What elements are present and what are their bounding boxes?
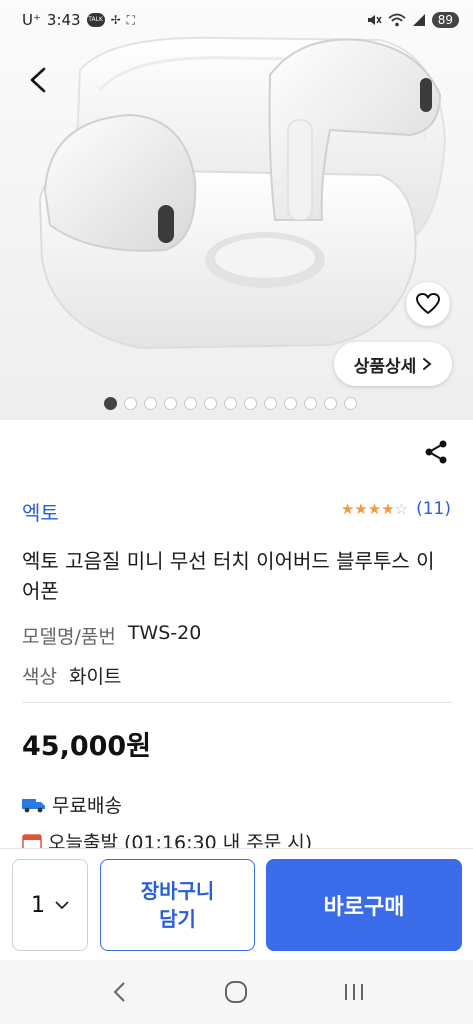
spec-label: 색상 [22,666,57,688]
star-filled-icon: ★ [340,500,355,518]
status-bar: U⁺ 3:43 TALK ✢ ⛶ 89 [0,0,473,40]
carousel-dot[interactable] [264,397,277,410]
signal-icon [412,14,425,26]
quantity-value: 1 [31,892,45,918]
nav-recents-icon [345,984,364,1000]
nav-recents-button[interactable] [334,972,374,1012]
carousel-dot[interactable] [144,397,157,410]
share-icon [425,440,447,464]
carousel-dot[interactable] [244,397,257,410]
shipping-free: 무료배송 [22,791,122,818]
carousel-dot[interactable] [324,397,337,410]
carousel-dot[interactable] [304,397,317,410]
carousel-dot[interactable] [344,397,357,410]
pinwheel-icon: ✢ [110,13,121,27]
carousel-dot[interactable] [204,397,217,410]
add-to-cart-button[interactable]: 장바구니 담기 [100,859,255,951]
review-count: (11) [416,499,451,519]
product-title: 엑토 고음질 미니 무선 터치 이어버드 블루투스 이어폰 [22,549,435,603]
share-button[interactable] [420,436,452,468]
star-rating: ★★★★☆ [341,499,408,519]
carousel-dot[interactable] [224,397,237,410]
battery-indicator: 89 [431,12,459,28]
carrier-label: U⁺ [22,11,41,29]
spec-value: 화이트 [68,666,122,688]
star-filled-icon: ★ [354,500,368,518]
chevron-right-icon [423,358,432,370]
star-filled-icon: ★ [381,500,395,518]
kakaotalk-icon: TALK [86,13,105,27]
nav-home-icon [225,981,248,1003]
clock: 3:43 [46,11,81,29]
spec-model: 모델명/품번 TWS-20 [22,622,201,649]
wishlist-button[interactable] [406,282,450,326]
chevron-left-icon [30,67,46,93]
screen-capture-icon: ⛶ [126,12,136,27]
carousel-dot[interactable] [284,397,297,410]
truck-icon [22,798,45,812]
back-button[interactable] [18,60,58,100]
carousel-dot[interactable] [124,397,137,410]
star-empty-icon: ☆ [394,500,409,518]
rating-summary[interactable]: ★★★★☆ (11) [341,499,451,519]
carousel-dot[interactable] [104,397,117,410]
divider [22,702,452,703]
purchase-bar: 1 장바구니 담기 바로구매 [0,848,473,960]
product-image-carousel[interactable]: 상품상세 [0,0,473,420]
brand-link[interactable]: 엑토 [22,497,59,526]
shipping-text: 무료배송 [52,795,122,817]
nav-home-button[interactable] [216,972,256,1012]
carousel-indicator [104,397,357,410]
chevron-down-icon [55,900,69,909]
spec-label: 모델명/품번 [22,626,116,648]
heart-icon [416,293,440,314]
mute-icon [367,15,382,25]
system-nav-bar [0,960,473,1024]
spec-color: 색상 화이트 [22,662,121,689]
wifi-icon [388,13,406,27]
star-filled-icon: ★ [367,500,382,518]
product-detail-button[interactable]: 상품상세 [334,342,452,386]
carousel-dot[interactable] [184,397,197,410]
carousel-dot[interactable] [164,397,177,410]
nav-back-icon [113,982,125,1002]
nav-back-button[interactable] [99,972,139,1012]
product-detail-label: 상품상세 [353,356,417,377]
spec-value: TWS-20 [127,622,202,644]
quantity-select[interactable]: 1 [12,859,88,951]
buy-now-button[interactable]: 바로구매 [266,859,462,951]
price: 45,000원 [22,731,152,762]
